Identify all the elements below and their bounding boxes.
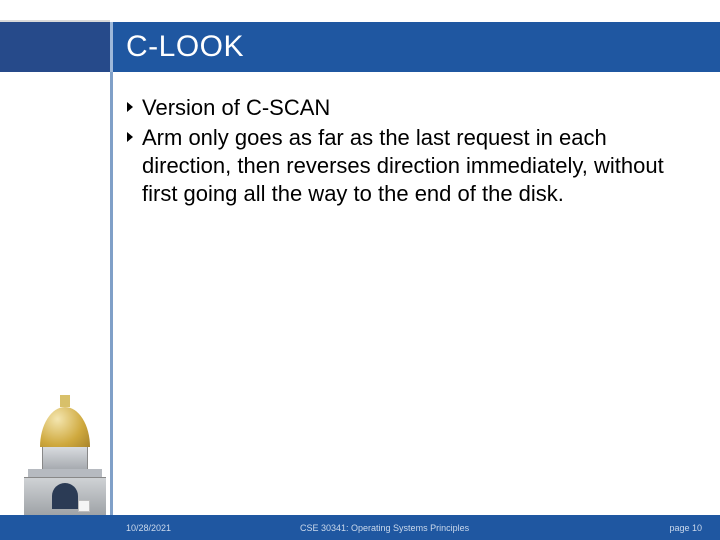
title-bar: C-LOOK: [0, 22, 720, 72]
bullet-text: Version of C-SCAN: [142, 94, 330, 122]
title-bg-left: [0, 22, 110, 72]
footer-page: page 10: [669, 523, 702, 533]
chevron-right-icon: [126, 101, 136, 113]
dome-building-icon: [24, 393, 106, 515]
slide-body: Version of C-SCAN Arm only goes as far a…: [126, 94, 690, 211]
chevron-right-icon: [126, 131, 136, 143]
slide-footer: 10/28/2021 CSE 30341: Operating Systems …: [0, 515, 720, 540]
bullet-item: Version of C-SCAN: [126, 94, 690, 122]
slide-title: C-LOOK: [126, 30, 244, 64]
bullet-text: Arm only goes as far as the last request…: [142, 124, 690, 208]
bullet-item: Arm only goes as far as the last request…: [126, 124, 690, 208]
title-separator: [110, 22, 113, 72]
slide: C-LOOK Version of C-SCAN Arm only goes a…: [0, 0, 720, 540]
footer-date: 10/28/2021: [126, 523, 171, 533]
decorative-square: [78, 500, 90, 512]
footer-course: CSE 30341: Operating Systems Principles: [300, 523, 469, 533]
vertical-divider: [110, 72, 113, 515]
